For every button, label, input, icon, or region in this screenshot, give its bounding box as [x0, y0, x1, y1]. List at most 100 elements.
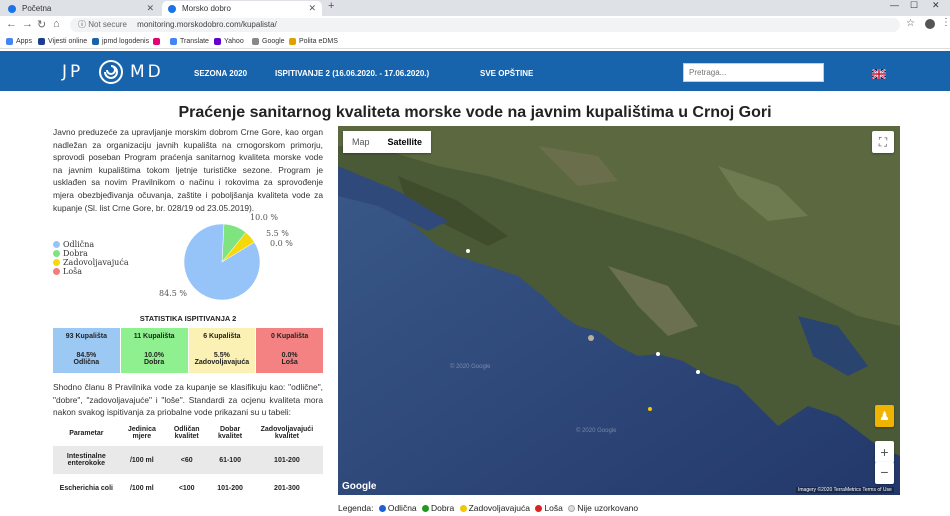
- pie-label-losa: 0.0 %: [270, 239, 293, 248]
- stats-grid: 93 Kupališta 84.5% Odlična 11 Kupališta 10.…: [53, 328, 323, 373]
- legend-item: Dobra: [53, 249, 129, 258]
- map-type-satellite-button[interactable]: Satellite: [379, 131, 432, 153]
- yahoo-icon: [214, 38, 221, 45]
- satellite-imagery: [338, 126, 900, 495]
- forward-icon[interactable]: →: [22, 18, 33, 30]
- tab-label: Početna: [22, 4, 52, 13]
- map-type-control: Map Satellite: [343, 131, 432, 153]
- map-legend: Legenda: Odlična Dobra Zadovoljavajuća L…: [338, 503, 639, 513]
- translate-icon: [170, 38, 177, 45]
- table-cell: /100 ml: [119, 446, 165, 474]
- info-icon: ⓘ: [78, 20, 86, 29]
- stat-cell-losa: 0 Kupališta 0.0% Loša: [256, 328, 323, 373]
- english-flag-icon[interactable]: [872, 69, 886, 79]
- home-icon[interactable]: ⌂: [53, 18, 60, 30]
- table-cell: Intestinalne enterokoke: [53, 446, 120, 474]
- standards-table: Parametar Jedinica mjere Odličan kvalite…: [53, 420, 323, 502]
- column-header: Jedinica mjere: [127, 426, 156, 440]
- pie-label-dobra: 10.0 %: [250, 213, 278, 222]
- pie-label-zadovoljavajuca: 5.5 %: [266, 229, 289, 238]
- tab-label: Morsko dobro: [182, 4, 231, 13]
- back-icon[interactable]: ←: [6, 18, 17, 30]
- column-header: Parametar: [69, 429, 104, 437]
- intro-paragraph: Javno preduzeće za upravljanje morskim d…: [53, 127, 323, 213]
- pie-label-odlicna: 84.5 %: [159, 289, 187, 298]
- reload-icon[interactable]: ↻: [37, 18, 46, 31]
- url-text: monitoring.morskodobro.com/kupalista/: [137, 20, 277, 29]
- table-row: Intestinalne enterokoke /100 ml <60 61-1…: [53, 446, 323, 474]
- minimize-icon[interactable]: —: [890, 0, 899, 10]
- menu-dots-icon[interactable]: ⋮: [941, 17, 950, 28]
- close-window-icon[interactable]: ✕: [932, 0, 940, 11]
- legend-item: Odlična: [53, 240, 129, 249]
- column-header: Odličan kvalitet: [173, 426, 200, 440]
- zoom-out-button[interactable]: −: [875, 462, 894, 484]
- table-cell: 201-300: [274, 484, 300, 492]
- account-icon[interactable]: [925, 19, 935, 29]
- table-header-row: Parametar Jedinica mjere Odličan kvalite…: [53, 420, 323, 446]
- map-watermark: © 2020 Google: [450, 364, 491, 370]
- satellite-map[interactable]: Map Satellite ⛶ ♟ + − Google Imagery ©20…: [338, 126, 900, 495]
- classification-paragraph: Shodno članu 8 Pravilnika vode za kupanj…: [53, 382, 323, 418]
- address-bar-row: ← → ↻ ⌂ ⓘ Not secure monitoring.morskodo…: [0, 16, 950, 34]
- folder-icon: [289, 38, 296, 45]
- close-tab-icon[interactable]: ✕: [146, 1, 154, 16]
- site-logo[interactable]: JP MD: [62, 59, 172, 85]
- stats-heading: STATISTIKA ISPITIVANJA 2: [139, 314, 237, 323]
- bookmark-apps[interactable]: Apps: [6, 36, 32, 47]
- table-cell: 101-200: [217, 484, 243, 492]
- tab-pocetna[interactable]: Početna ✕: [2, 1, 160, 16]
- bookmark-jpmd[interactable]: jpmd logodenis: [92, 36, 149, 47]
- stat-cell-dobra: 11 Kupališta 10.0% Dobra: [120, 328, 189, 373]
- bookmark-polita[interactable]: Polita eDMS: [289, 36, 338, 47]
- bookmark-star-icon[interactable]: ☆: [906, 18, 915, 29]
- table-cell: 61-100: [209, 446, 251, 474]
- bookmark-google[interactable]: Google: [252, 36, 285, 47]
- shell-logo-icon: [99, 60, 123, 84]
- table-cell: <100: [178, 484, 195, 492]
- close-tab-icon[interactable]: ✕: [308, 1, 316, 16]
- stat-cell-zadovoljavajuca: 6 Kupališta 5.5% Zadovoljavajuća: [188, 328, 257, 373]
- table-cell: <60: [164, 446, 210, 474]
- column-header: Zadovoljavajući kvalitet: [260, 426, 314, 440]
- apps-icon: [6, 38, 13, 45]
- maximize-icon[interactable]: ☐: [910, 0, 918, 11]
- table-cell: 101-200: [250, 446, 323, 474]
- bookmark-vijesti[interactable]: Vijesti online: [38, 36, 87, 47]
- tab-morsko-dobro[interactable]: Morsko dobro ✕: [162, 1, 322, 16]
- google-logo: Google: [342, 481, 377, 492]
- site-favicon-icon: [168, 5, 176, 13]
- site-favicon-icon: [8, 5, 16, 13]
- legend-item: Zadovoljavajuća: [53, 258, 129, 267]
- address-input[interactable]: ⓘ Not secure monitoring.morskodobro.com/…: [70, 18, 900, 32]
- street-view-pegman-icon[interactable]: ♟: [875, 405, 894, 427]
- quality-pie-chart: [183, 223, 261, 301]
- menu-opstine[interactable]: SVE OPŠTINE: [480, 69, 533, 78]
- legend-dot-green: [422, 505, 430, 512]
- pie-legend: Odlična Dobra Zadovoljavajuća Loša: [53, 240, 129, 276]
- page-title: Praćenje sanitarnog kvaliteta morske vod…: [178, 104, 772, 121]
- search-input[interactable]: [683, 63, 824, 82]
- vijesti-icon: [38, 38, 45, 45]
- table-cell: Escherichia coli: [59, 484, 113, 492]
- legend-item: Loša: [53, 267, 129, 276]
- zoom-in-button[interactable]: +: [875, 441, 894, 463]
- table-cell: /100 ml: [129, 484, 154, 492]
- map-type-map-button[interactable]: Map: [343, 131, 379, 153]
- fullscreen-icon[interactable]: ⛶: [872, 131, 894, 153]
- new-tab-icon[interactable]: +: [328, 0, 334, 12]
- site-header: JP MD SEZONA 2020 ISPITIVANJE 2 (16.06.2…: [0, 51, 950, 91]
- legend-dot-red: [535, 505, 543, 512]
- legend-dot-yellow: [459, 505, 467, 512]
- jpmd-icon: [92, 38, 99, 45]
- legend-dot-grey: [568, 505, 576, 512]
- not-secure-label: Not secure: [88, 20, 127, 29]
- map-watermark: © 2020 Google: [576, 428, 617, 434]
- menu-ispitivanje[interactable]: ISPITIVANJE 2 (16.06.2020. - 17.06.2020.…: [275, 69, 429, 78]
- legend-dot-blue: [378, 505, 386, 512]
- bookmark-yahoo[interactable]: Yahoo: [214, 36, 244, 47]
- menu-sezona[interactable]: SEZONA 2020: [194, 69, 247, 78]
- browser-tab-bar: Početna ✕ Morsko dobro ✕ + — ☐ ✕: [0, 0, 950, 16]
- bookmark-translate[interactable]: Translate: [170, 36, 209, 47]
- map-attribution[interactable]: Imagery ©2020 TerraMetrics Terms of Use: [796, 487, 894, 493]
